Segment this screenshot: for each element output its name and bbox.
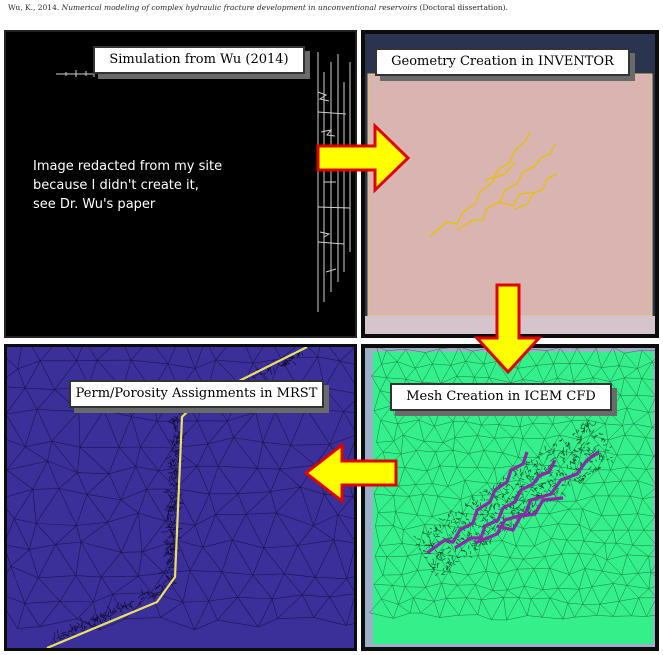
mesh-panel: Mesh Creation in ICEM CFD xyxy=(361,344,659,651)
redaction-line: because I didn't create it, xyxy=(33,178,199,193)
geometry-label: Geometry Creation in INVENTOR xyxy=(375,48,630,76)
mesh-label: Mesh Creation in ICEM CFD xyxy=(390,383,612,411)
simulation-label: Simulation from Wu (2014) xyxy=(93,46,305,74)
mrst-panel: Perm/Porosity Assignments in MRST xyxy=(4,344,357,651)
citation: Wu, K., 2014. Numerical modeling of comp… xyxy=(8,3,648,13)
citation-title: Numerical modeling of complex hydraulic … xyxy=(61,3,418,12)
simulation-panel: Simulation from Wu (2014) Image redacted… xyxy=(4,30,357,338)
perm-label: Perm/Porosity Assignments in MRST xyxy=(69,380,324,408)
redaction-line: Image redacted from my site xyxy=(33,159,223,174)
geometry-view xyxy=(365,73,655,334)
geometry-panel: Geometry Creation in INVENTOR xyxy=(361,30,659,338)
citation-author: Wu, K., 2014. xyxy=(8,3,60,12)
redaction-note: Image redacted from my site because I di… xyxy=(33,157,222,214)
citation-suffix: (Doctoral dissertation). xyxy=(419,3,508,12)
redaction-line: see Dr. Wu's paper xyxy=(33,197,156,212)
